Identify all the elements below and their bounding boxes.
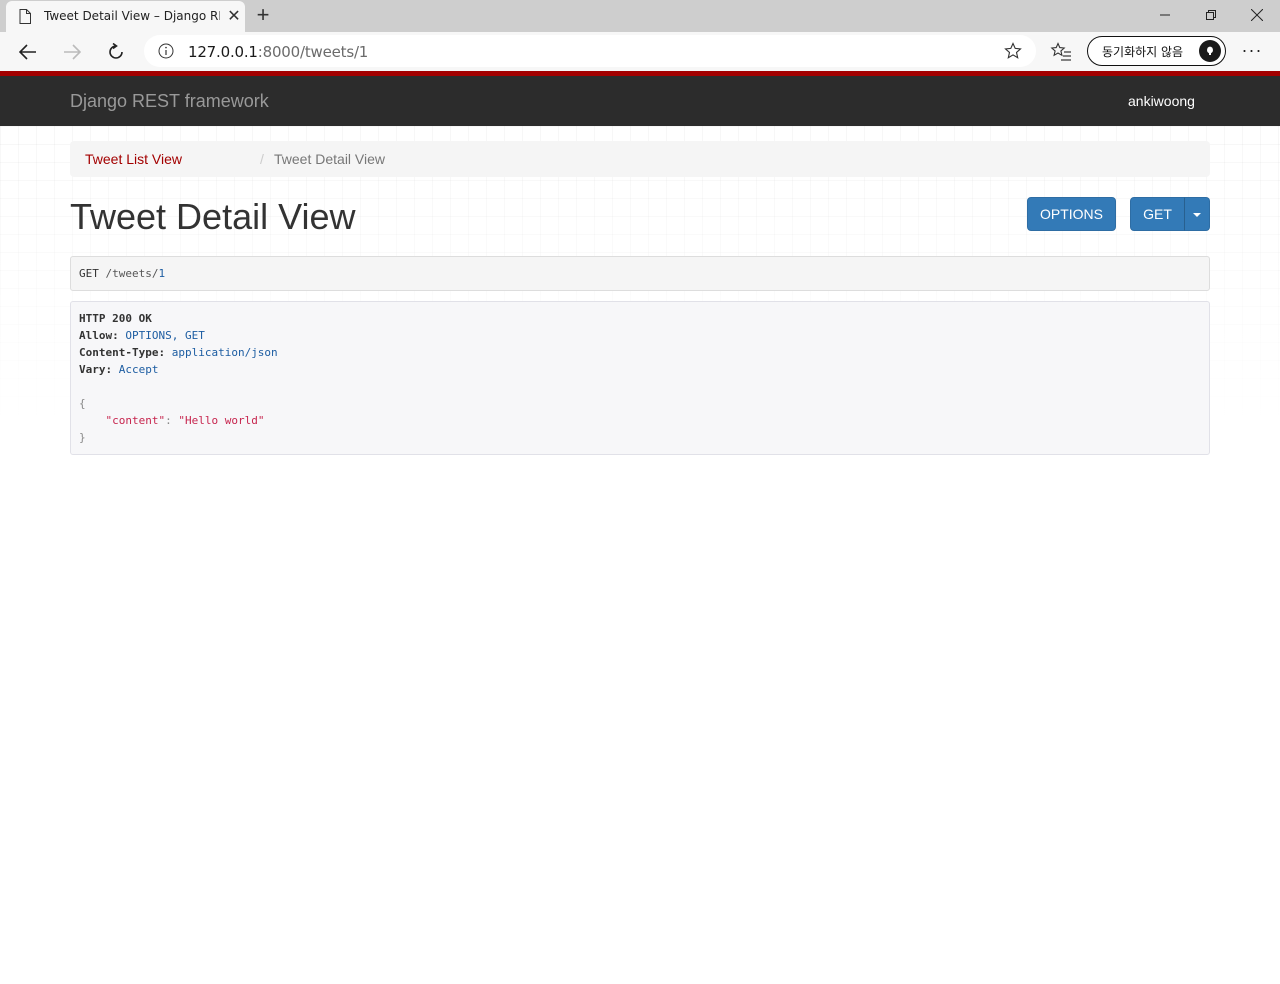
info-icon[interactable] <box>158 43 174 59</box>
sync-profile-button[interactable]: 동기화하지 않음 <box>1087 36 1226 66</box>
favorites-list-icon[interactable] <box>1050 42 1072 62</box>
request-id: 1 <box>158 267 166 280</box>
refresh-icon[interactable] <box>100 36 132 68</box>
new-tab-icon[interactable]: + <box>251 4 275 28</box>
json-value: "Hello world" <box>178 414 265 427</box>
options-button[interactable]: OPTIONS <box>1027 197 1116 231</box>
breadcrumb-item-tweet-list[interactable]: Tweet List View <box>85 151 182 167</box>
url-text[interactable]: 127.0.0.1:8000/tweets/1 <box>188 43 368 61</box>
address-bar[interactable]: 127.0.0.1:8000/tweets/1 <box>144 35 1036 67</box>
breadcrumb: Tweet List View / Tweet Detail View <box>70 141 1210 177</box>
get-format-dropdown-button[interactable] <box>1184 197 1210 231</box>
breadcrumb-item-tweet-detail: Tweet Detail View <box>274 151 386 167</box>
user-menu[interactable]: ankiwoong <box>1128 93 1195 109</box>
page-icon <box>19 9 31 24</box>
url-host: 127.0.0.1 <box>188 43 258 61</box>
browser-tabstrip: Tweet Detail View – Django REST framewor… <box>0 0 1280 32</box>
caret-down-icon <box>1193 213 1201 217</box>
json-key: "content" <box>105 414 166 427</box>
response-status: HTTP 200 OK <box>79 312 152 325</box>
response-header-allow: Allow: OPTIONS, GET <box>79 329 205 342</box>
sync-status-label: 동기화하지 않음 <box>1102 45 1184 59</box>
request-path: /tweets/ <box>105 267 159 280</box>
favorite-star-icon[interactable] <box>1004 42 1022 60</box>
json-close-brace: } <box>79 431 86 444</box>
minimize-window-icon[interactable] <box>1142 0 1188 30</box>
brand-link[interactable]: Django REST framework <box>70 91 269 112</box>
get-button-group: GET <box>1130 197 1210 231</box>
request-method: GET <box>79 267 99 280</box>
response-header-vary: Vary: Accept <box>79 363 159 376</box>
forward-arrow-icon[interactable] <box>56 36 88 68</box>
navbar: Django REST framework ankiwoong <box>0 76 1280 126</box>
breadcrumb-separator: / <box>260 151 264 167</box>
url-path: :8000/tweets/1 <box>257 43 369 61</box>
json-open-brace: { <box>79 397 86 410</box>
get-button[interactable]: GET <box>1130 197 1185 231</box>
profile-avatar-icon <box>1199 40 1221 62</box>
more-menu-icon[interactable]: ··· <box>1238 40 1266 64</box>
request-line: GET /tweets/1 <box>79 267 165 280</box>
tab-title: Tweet Detail View – Django REST framewor… <box>44 9 220 23</box>
json-content-field: "content": "Hello world" <box>105 414 265 427</box>
close-window-icon[interactable] <box>1234 0 1280 30</box>
browser-tab[interactable]: Tweet Detail View – Django REST framewor… <box>6 1 245 32</box>
close-tab-icon[interactable]: ✕ <box>224 7 244 27</box>
response-info: HTTP 200 OK Allow: OPTIONS, GET Content-… <box>70 301 1210 455</box>
browser-toolbar: 127.0.0.1:8000/tweets/1 동기화하지 않음 ··· <box>0 32 1280 71</box>
page-title: Tweet Detail View <box>70 196 356 237</box>
restore-window-icon[interactable] <box>1188 0 1234 30</box>
back-arrow-icon[interactable] <box>12 36 44 68</box>
response-header-content-type: Content-Type: application/json <box>79 346 278 359</box>
request-info: GET /tweets/1 <box>70 256 1210 291</box>
